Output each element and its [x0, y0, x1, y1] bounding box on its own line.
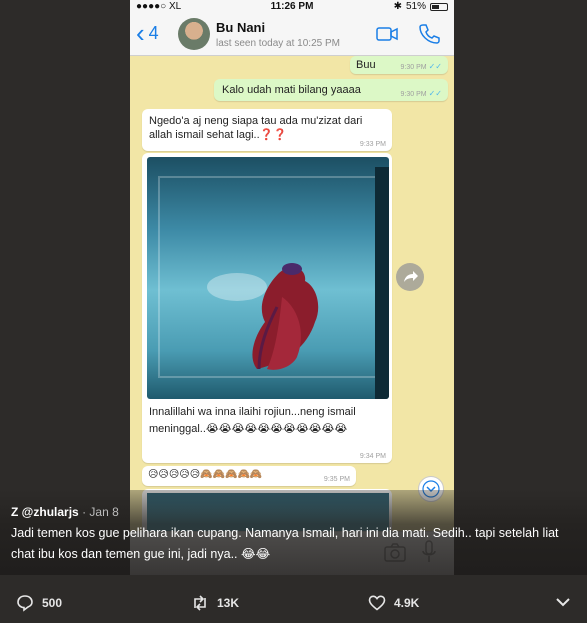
message-text: 😥😥😥😥😥🙈🙈🙈🙈🙈 [148, 469, 263, 480]
reply-button[interactable]: 500 [16, 594, 62, 612]
share-button[interactable] [396, 263, 424, 291]
message-text: Ngedo'a aj neng siapa tau ada mu'zizat d… [149, 115, 363, 141]
message-text: Buu [356, 59, 376, 71]
contact-avatar[interactable] [178, 18, 210, 50]
read-ticks-icon: ✓✓ [428, 62, 442, 71]
betta-fish-photo[interactable] [147, 157, 389, 399]
phone-call-icon[interactable] [418, 23, 440, 45]
read-ticks-icon: ✓✓ [428, 89, 442, 98]
battery-icon [430, 2, 448, 11]
like-icon [368, 595, 386, 611]
message-time: 9:33 PM [359, 141, 386, 148]
message-bubble-in[interactable]: 😥😥😥😥😥🙈🙈🙈🙈🙈 9:35 PM [142, 466, 356, 486]
last-seen-status: last seen today at 10:25 PM [216, 38, 340, 49]
chat-header: ‹ 4 Bu Nani last seen today at 10:25 PM [130, 14, 454, 56]
photo-message-bubble[interactable]: Innalillahi wa inna ilaihi rojiun...neng… [142, 153, 392, 463]
share-icon [404, 271, 418, 282]
message-bubble-out[interactable]: Buu 9:30 PM ✓✓ [350, 56, 448, 74]
like-count: 4.9K [394, 596, 420, 610]
chat-screenshot: ●●●●○ XL 11:26 PM ✱ 51% ‹ 4 Bu Nani last… [130, 0, 454, 575]
back-chevron-icon: ‹ [136, 18, 145, 48]
caret-down-icon[interactable] [555, 596, 571, 608]
message-time: 9:34 PM [359, 453, 386, 460]
tweet-author[interactable]: Z @zhularjs [11, 505, 79, 519]
message-bubble-out[interactable]: Kalo udah mati bilang yaaaa 9:30 PM ✓✓ [214, 79, 448, 101]
contact-name[interactable]: Bu Nani [216, 20, 265, 35]
message-text: Kalo udah mati bilang yaaaa [222, 84, 361, 96]
bluetooth-icon: ✱ [393, 1, 402, 12]
back-button[interactable]: ‹ 4 [136, 18, 159, 48]
retweet-icon [194, 595, 206, 611]
message-time: 9:30 PM [400, 91, 427, 98]
message-bubble-in[interactable]: Ngedo'a aj neng siapa tau ada mu'zizat d… [142, 109, 392, 151]
tweet-header: Z @zhularjs · Jan 8 [11, 505, 119, 519]
like-button[interactable]: 4.9K [368, 594, 419, 612]
retweet-count: 13K [217, 596, 240, 610]
tweet-date[interactable]: · Jan 8 [82, 505, 119, 519]
reply-count: 500 [42, 596, 63, 610]
back-count: 4 [148, 22, 159, 43]
message-time: 9:35 PM [323, 476, 350, 483]
video-call-icon[interactable] [376, 27, 398, 41]
battery-percent: 51% [405, 1, 426, 12]
tweet-actions: 500 13K 4.9K [0, 580, 587, 623]
message-time: 9:30 PM [400, 64, 427, 71]
reply-icon [17, 595, 33, 612]
message-text: Innalillahi wa inna ilaihi rojiun...neng… [149, 406, 356, 435]
tweet-text: Jadi temen kos gue pelihara ikan cupang.… [11, 526, 559, 561]
retweet-button[interactable]: 13K [191, 594, 239, 612]
status-bar: ●●●●○ XL 11:26 PM ✱ 51% [130, 0, 454, 14]
